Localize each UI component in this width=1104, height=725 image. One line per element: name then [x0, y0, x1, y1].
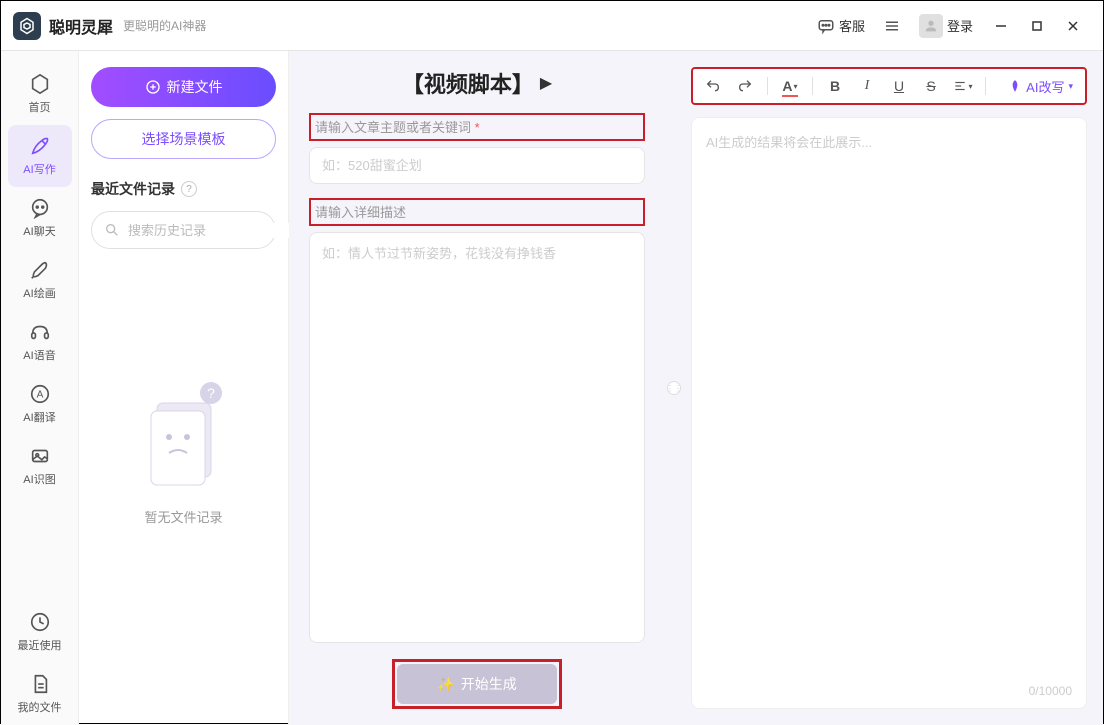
minimize-button[interactable] — [983, 8, 1019, 44]
search-input[interactable] — [128, 223, 304, 238]
char-count: 0/10000 — [1029, 684, 1072, 698]
chevron-down-icon: ▾ — [1068, 81, 1073, 92]
nav-draw[interactable]: AI绘画 — [8, 249, 72, 311]
nav-files[interactable]: 我的文件 — [8, 663, 72, 725]
topic-input[interactable] — [309, 147, 645, 184]
chat-icon — [817, 17, 835, 35]
nav-image[interactable]: AI识图 — [8, 435, 72, 497]
brush-icon — [29, 259, 51, 281]
nav-chat[interactable]: AI聊天 — [8, 187, 72, 249]
result-placeholder: AI生成的结果将会在此展示... — [706, 132, 1072, 151]
align-button[interactable]: ▾ — [949, 73, 977, 99]
support-label: 客服 — [839, 16, 865, 35]
bold-button[interactable]: B — [821, 73, 849, 99]
search-box[interactable] — [91, 211, 276, 249]
app-logo-icon — [13, 12, 41, 40]
right-column: A▾ B I U S ▾ AI改写 ▾ AI生成的结果将会在此展示... 0/1… — [683, 51, 1103, 725]
editor-toolbar-highlight: A▾ B I U S ▾ AI改写 ▾ — [691, 67, 1087, 105]
support-button[interactable]: 客服 — [807, 12, 875, 39]
nav-label: AI绘画 — [23, 285, 55, 301]
column-divider: ⋮⋮ — [665, 51, 683, 725]
nav-label: 我的文件 — [18, 699, 62, 715]
nav-home[interactable]: 首页 — [8, 63, 72, 125]
menu-button[interactable] — [881, 15, 903, 37]
detail-label-highlight: 请输入详细描述 — [309, 198, 645, 226]
redo-button[interactable] — [731, 73, 759, 99]
translate-icon: A — [29, 383, 51, 405]
undo-button[interactable] — [699, 73, 727, 99]
nav-label: 最近使用 — [18, 637, 62, 653]
underline-button[interactable]: U — [885, 73, 913, 99]
login-label: 登录 — [947, 16, 973, 35]
main-row: 首页 AI写作 AI聊天 AI绘画 AI语音 A AI翻译 AI识图 — [1, 51, 1103, 725]
app-subtitle: 更聪明的AI神器 — [123, 17, 206, 34]
nav-label: AI翻译 — [23, 409, 55, 425]
sparkle-icon: ✨ — [437, 676, 454, 693]
image-icon — [29, 445, 51, 467]
search-icon — [104, 222, 120, 238]
nav-label: AI写作 — [23, 161, 55, 177]
editor-toolbar: A▾ B I U S ▾ — [699, 73, 977, 99]
script-title: 【视频脚本】 — [402, 67, 534, 99]
chat-icon — [29, 197, 51, 219]
ai-rewrite-button[interactable]: AI改写 ▾ — [1002, 75, 1079, 98]
avatar-icon — [919, 14, 943, 38]
leaf-icon — [1008, 79, 1022, 93]
home-icon — [29, 73, 51, 95]
strikethrough-button[interactable]: S — [917, 73, 945, 99]
svg-text:A: A — [36, 390, 43, 401]
new-file-label: 新建文件 — [167, 77, 223, 97]
headset-icon — [29, 321, 51, 343]
history-icon — [29, 611, 51, 633]
nav-label: AI语音 — [23, 347, 55, 363]
nav-label: AI识图 — [23, 471, 55, 487]
template-button[interactable]: 选择场景模板 — [91, 119, 276, 159]
file-icon — [29, 673, 51, 695]
close-button[interactable] — [1055, 8, 1091, 44]
generate-button-highlight: ✨ 开始生成 — [392, 659, 561, 709]
svg-text:?: ? — [207, 385, 215, 401]
center-column: 【视频脚本】 ▶ 请输入文章主题或者关键词 请输入详细描述 ✨ 开始生成 — [289, 51, 665, 725]
nav-label: 首页 — [29, 99, 51, 115]
topic-label: 请输入文章主题或者关键词 — [315, 120, 480, 135]
nav-translate[interactable]: A AI翻译 — [8, 373, 72, 435]
app-title: 聪明灵犀 — [49, 14, 113, 38]
result-area[interactable]: AI生成的结果将会在此展示... 0/10000 — [691, 117, 1087, 709]
detail-textarea[interactable] — [309, 232, 645, 643]
nav-label: AI聊天 — [23, 223, 55, 239]
detail-label: 请输入详细描述 — [315, 205, 406, 220]
nav-writing[interactable]: AI写作 — [8, 125, 72, 187]
drag-handle-icon[interactable]: ⋮⋮ — [667, 381, 681, 395]
recent-title: 最近文件记录 — [91, 179, 175, 199]
topic-label-highlight: 请输入文章主题或者关键词 — [309, 113, 645, 141]
italic-button[interactable]: I — [853, 73, 881, 99]
plus-icon — [145, 79, 161, 95]
ai-rewrite-label: AI改写 — [1026, 77, 1064, 96]
generate-label: 开始生成 — [461, 674, 517, 694]
recent-title-row: 最近文件记录 ? — [91, 179, 276, 199]
nav-voice[interactable]: AI语音 — [8, 311, 72, 373]
help-icon[interactable]: ? — [181, 181, 197, 197]
script-title-row: 【视频脚本】 ▶ — [309, 67, 645, 99]
titlebar: 聪明灵犀 更聪明的AI神器 客服 登录 — [1, 1, 1103, 51]
play-icon[interactable]: ▶ — [540, 73, 552, 93]
empty-text: 暂无文件记录 — [144, 507, 222, 526]
file-panel: 新建文件 选择场景模板 最近文件记录 ? ? — [79, 51, 289, 725]
template-label: 选择场景模板 — [142, 131, 226, 147]
font-color-button[interactable]: A▾ — [776, 73, 804, 99]
empty-illustration-icon: ? — [139, 381, 229, 491]
sidebar: 首页 AI写作 AI聊天 AI绘画 AI语音 A AI翻译 AI识图 — [1, 51, 79, 725]
pen-icon — [29, 135, 51, 157]
generate-button[interactable]: ✨ 开始生成 — [397, 664, 556, 704]
login-button[interactable]: 登录 — [909, 10, 983, 42]
new-file-button[interactable]: 新建文件 — [91, 67, 276, 107]
empty-state: ? 暂无文件记录 — [91, 261, 276, 709]
maximize-button[interactable] — [1019, 8, 1055, 44]
nav-recent[interactable]: 最近使用 — [8, 601, 72, 663]
